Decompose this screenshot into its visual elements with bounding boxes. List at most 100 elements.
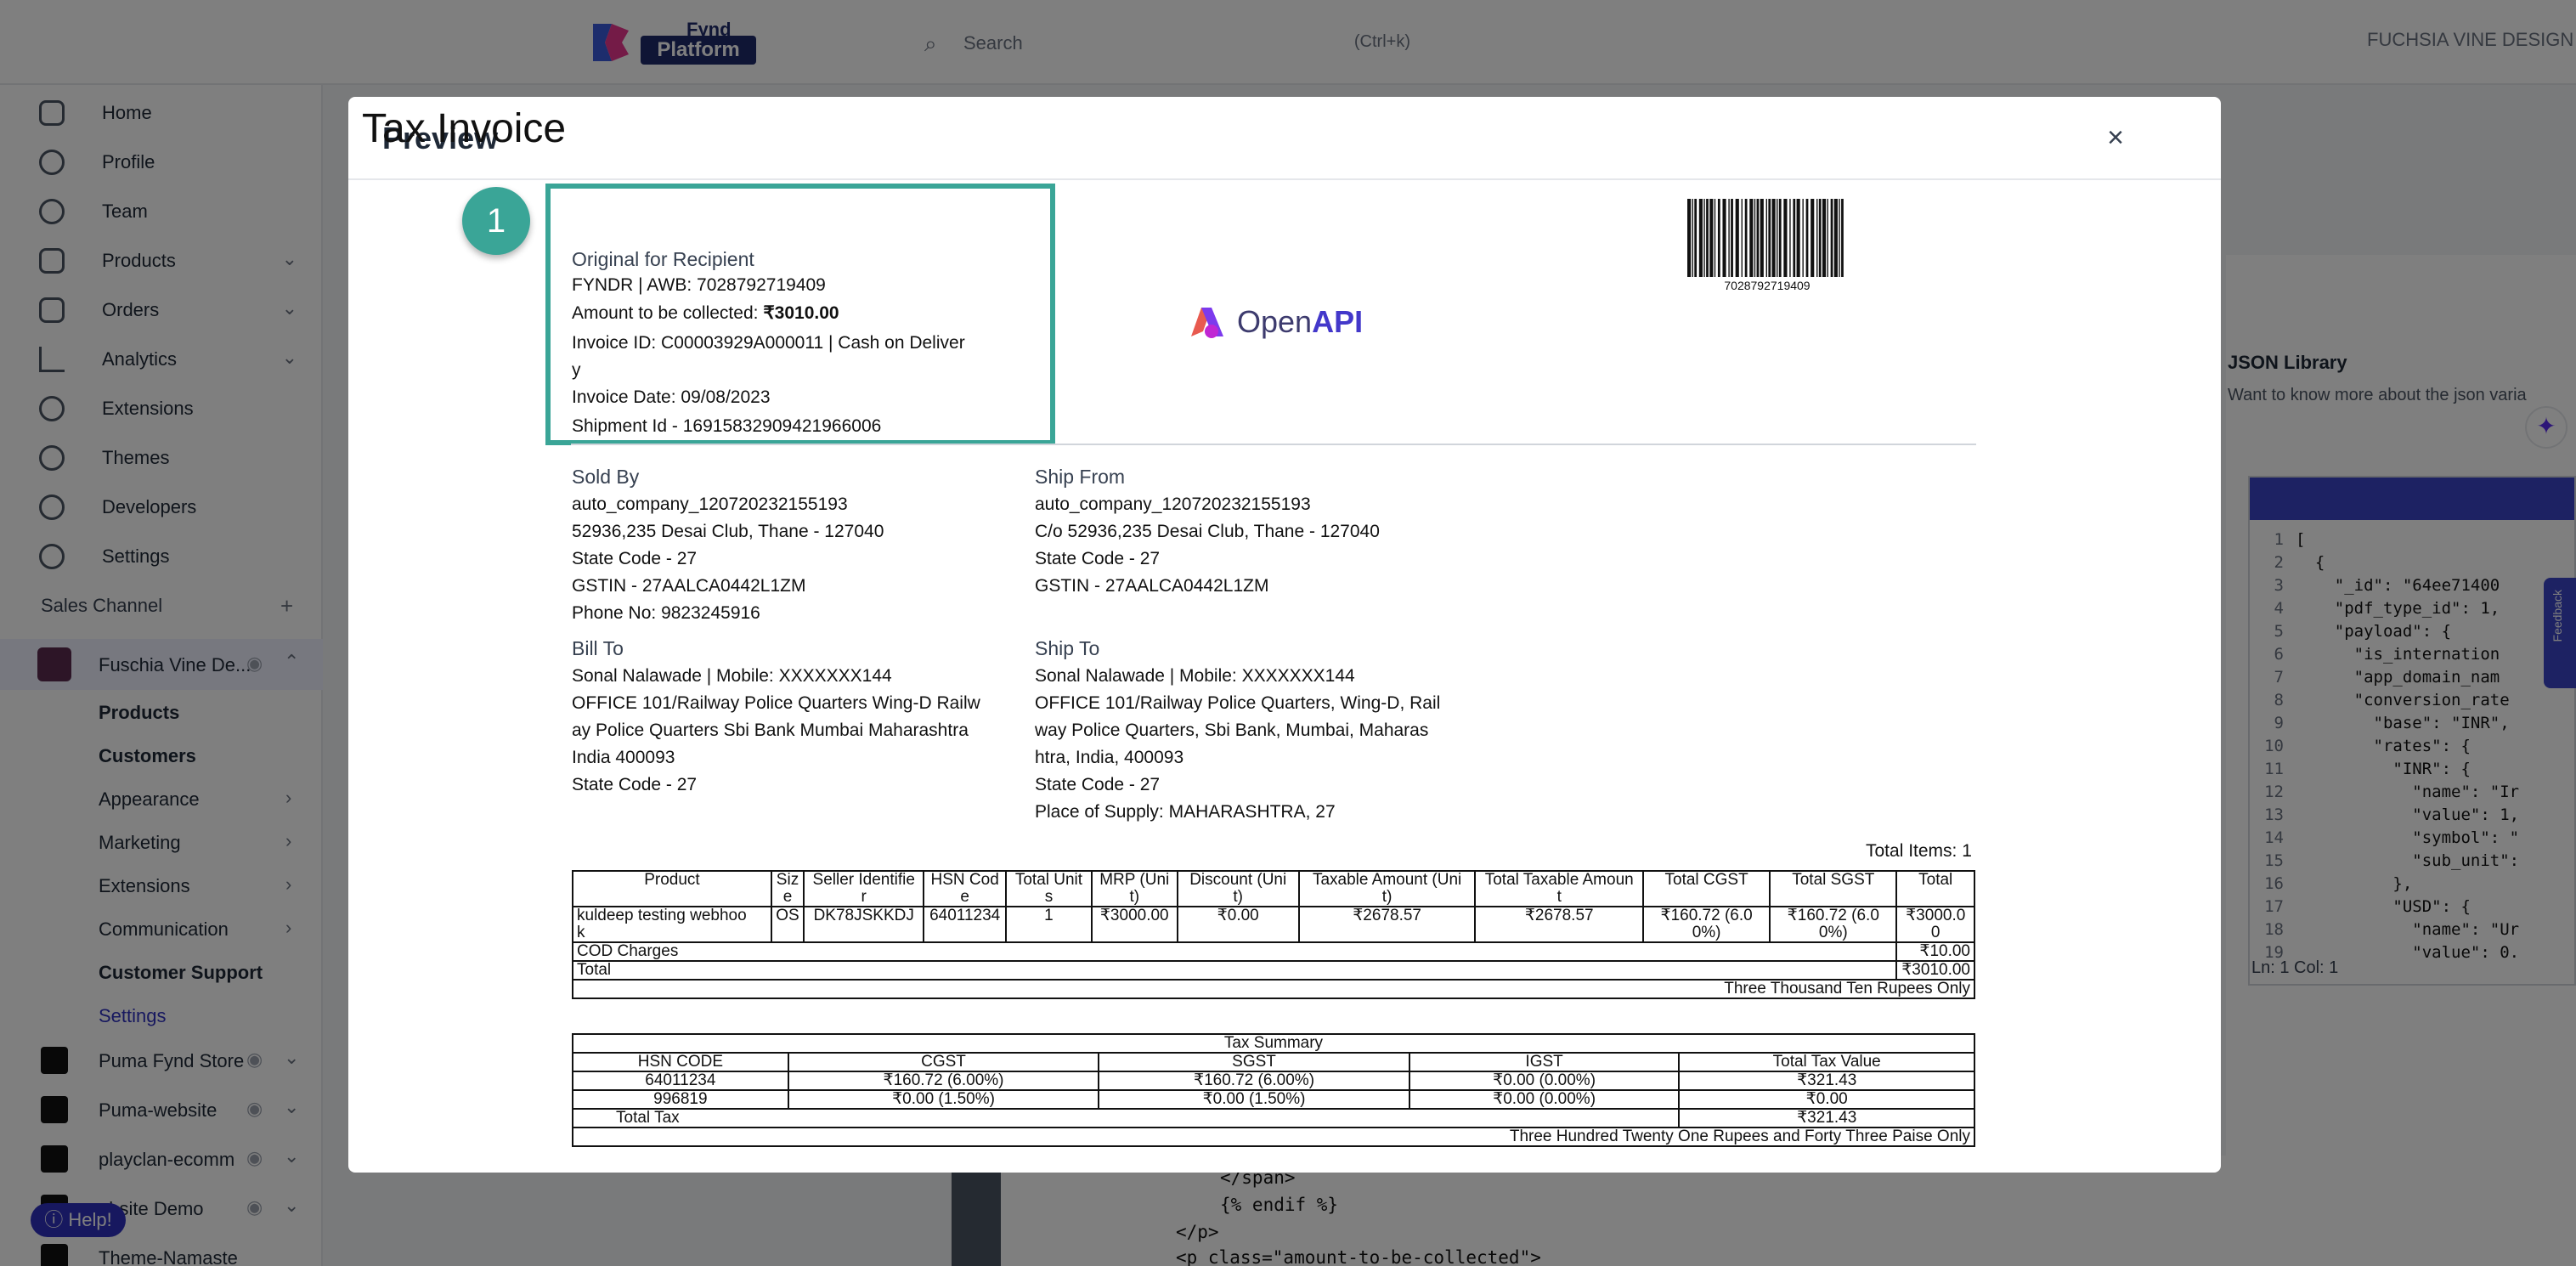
table-cell: ₹0.00 (1.50%) (787, 1089, 1100, 1110)
openapi-logo-icon (1191, 308, 1223, 338)
barcode-bar (1717, 199, 1720, 277)
openapi-logo-text: OpenAPI (1237, 304, 1363, 340)
barcode-bar (1735, 199, 1739, 277)
header-cell: CGST (787, 1052, 1100, 1072)
bill-to-heading: Bill To (572, 637, 624, 659)
barcode-bar (1744, 199, 1748, 277)
total-row: Total ₹3010.00 (571, 960, 1975, 981)
barcode-bar (1722, 199, 1726, 277)
sold-by-line: auto_company_120720232155193 (572, 495, 848, 514)
table-cell: ₹160.72 (6.00%) (787, 1071, 1100, 1091)
table-cell: 64011234 (572, 1071, 789, 1091)
cod-value: ₹10.00 (1895, 941, 1975, 962)
barcode-bar (1796, 199, 1800, 277)
ship-to-line: htra, India, 400093 (1035, 748, 1184, 767)
barcode-bar (1728, 199, 1730, 277)
table-cell: 1 (1005, 906, 1093, 943)
ship-from-line: State Code - 27 (1035, 549, 1161, 568)
table-cell: ₹0.00 (1176, 906, 1300, 943)
sold-by-line: 52936,235 Desai Club, Thane - 127040 (572, 522, 884, 541)
cod-row: COD Charges ₹10.00 (571, 941, 1975, 962)
barcode-bar (1822, 199, 1827, 277)
sold-by-line: State Code - 27 (572, 549, 698, 568)
header-cell: Total CGST (1642, 870, 1771, 907)
table-cell: ₹0.00 (1.50%) (1098, 1089, 1410, 1110)
invoice-divider (571, 444, 1976, 445)
header-cell: Siz e (770, 870, 805, 907)
total-value: ₹3010.00 (1895, 960, 1975, 981)
bill-to-line: Sonal Nalawade | Mobile: XXXXXXX144 (572, 666, 892, 686)
barcode-bar (1789, 199, 1791, 277)
header-cell: HSN CODE (572, 1052, 789, 1072)
modal-divider (348, 178, 2221, 180)
barcode-bar (1830, 199, 1833, 277)
barcode-bar (1811, 199, 1815, 277)
tax-in-words: Three Hundred Twenty One Rupees and Fort… (572, 1127, 1975, 1147)
table-cell: 64011234 (923, 906, 1008, 943)
table-cell: ₹160.72 (6.0 0%) (1642, 906, 1771, 943)
table-cell: ₹3000.0 0 (1895, 906, 1975, 943)
total-tax-row: Total Tax ₹321.43 (571, 1108, 1975, 1128)
barcode (1687, 199, 1844, 277)
barcode-bar (1749, 199, 1754, 277)
barcode-bar (1778, 199, 1782, 277)
barcode-bar (1802, 199, 1804, 277)
header-cell: IGST (1408, 1052, 1681, 1072)
table-cell: ₹3000.00 (1090, 906, 1178, 943)
table-cell: OS (770, 906, 805, 943)
amount-in-words: Three Thousand Ten Rupees Only (572, 979, 1975, 999)
barcode-bar (1698, 199, 1703, 277)
total-tax-value: ₹321.43 (1678, 1108, 1975, 1128)
tax-summary-title-row: Tax Summary (572, 1033, 1975, 1054)
ship-to-line: State Code - 27 (1035, 775, 1161, 794)
items-table-header: Product Siz e Seller Identifie r HSN Cod… (572, 870, 1975, 907)
ship-from-heading: Ship From (1035, 466, 1126, 488)
table-row: 64011234 ₹160.72 (6.00%) ₹160.72 (6.00%)… (572, 1071, 1975, 1091)
openapi-logo: OpenAPI (1186, 299, 1364, 342)
table-cell: 996819 (572, 1089, 789, 1110)
items-table: Product Siz e Seller Identifie r HSN Cod… (571, 870, 1975, 999)
barcode-bar (1694, 199, 1698, 277)
header-cell: Total Tax Value (1678, 1052, 1975, 1072)
ship-to-line: Place of Supply: MAHARASHTRA, 27 (1035, 802, 1336, 822)
header-cell: Total (1895, 870, 1975, 907)
bill-to-line: India 400093 (572, 748, 675, 767)
barcode-bar (1816, 199, 1818, 277)
table-cell: ₹160.72 (6.00%) (1098, 1071, 1410, 1091)
header-cell: SGST (1098, 1052, 1410, 1072)
barcode-bar (1805, 199, 1809, 277)
header-cell: Taxable Amount (Uni t) (1297, 870, 1477, 907)
ship-to-line: OFFICE 101/Railway Police Quarters, Wing… (1035, 693, 1441, 713)
table-cell: ₹2678.57 (1297, 906, 1477, 943)
logo-text-api: API (1312, 304, 1364, 339)
header-cell: Discount (Uni t) (1176, 870, 1300, 907)
ship-to-line: way Police Quarters, Sbi Bank, Mumbai, M… (1035, 721, 1429, 740)
barcode-bar (1692, 199, 1693, 277)
highlight-box (545, 184, 1055, 445)
table-cell: ₹0.00 (0.00%) (1408, 1089, 1681, 1110)
barcode-bar (1703, 199, 1705, 277)
barcode-bar (1709, 199, 1714, 277)
header-cell: MRP (Uni t) (1090, 870, 1178, 907)
barcode-bar (1841, 199, 1844, 277)
step-badge: 1 (462, 187, 530, 255)
header-cell: Total SGST (1769, 870, 1898, 907)
barcode-bar (1731, 199, 1733, 277)
table-cell: ₹321.43 (1678, 1071, 1975, 1091)
bill-to-line: State Code - 27 (572, 775, 698, 794)
barcode-bar (1768, 199, 1771, 277)
bill-to-line: OFFICE 101/Railway Police Quarters Wing-… (572, 693, 980, 713)
tax-summary-table: Tax Summary HSN CODE CGST SGST IGST Tota… (571, 1033, 1975, 1147)
close-button[interactable]: × (2099, 121, 2133, 155)
sold-by-line: GSTIN - 27AALCA0442L1ZM (572, 576, 806, 596)
total-tax-label: Total Tax (571, 1108, 1681, 1128)
barcode-bar (1687, 199, 1692, 277)
barcode-number: 7028792719409 (1724, 279, 1811, 292)
logo-text-open: Open (1237, 304, 1313, 339)
tax-summary-title: Tax Summary (572, 1033, 1975, 1054)
table-cell: ₹0.00 (1678, 1089, 1975, 1110)
header-cell: HSN Cod e (923, 870, 1008, 907)
table-cell: kuldeep testing webhoo k (572, 906, 772, 943)
bill-to-line: ay Police Quarters Sbi Bank Mumbai Mahar… (572, 721, 969, 740)
table-row: 996819 ₹0.00 (1.50%) ₹0.00 (1.50%) ₹0.00… (572, 1089, 1975, 1110)
